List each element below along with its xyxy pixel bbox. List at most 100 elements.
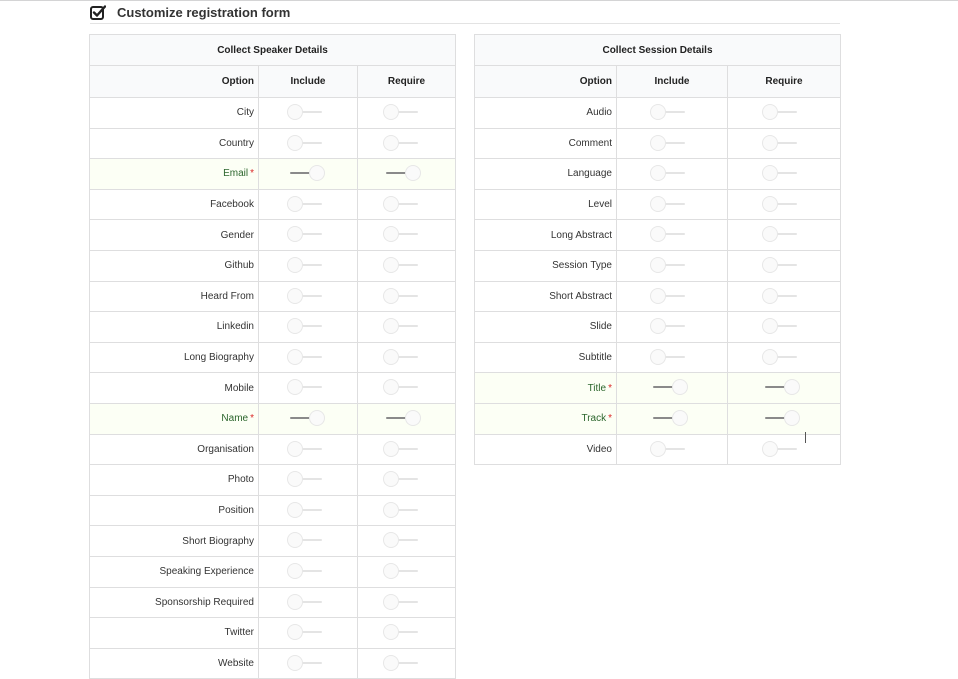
toggle-knob xyxy=(673,380,687,395)
include-toggle[interactable] xyxy=(288,196,324,213)
require-toggle[interactable] xyxy=(763,410,799,427)
include-cell xyxy=(616,188,728,221)
include-toggle[interactable] xyxy=(651,349,687,366)
table-row: Name * xyxy=(89,402,456,435)
include-toggle[interactable] xyxy=(288,288,324,305)
include-cell xyxy=(258,97,358,129)
include-toggle[interactable] xyxy=(651,196,687,213)
require-toggle[interactable] xyxy=(384,288,420,305)
table-row: Audio xyxy=(474,97,841,129)
table-row: Linkedin xyxy=(89,311,456,343)
require-toggle[interactable] xyxy=(384,655,420,672)
require-toggle[interactable] xyxy=(763,349,799,366)
require-toggle[interactable] xyxy=(763,441,799,458)
include-cell xyxy=(258,311,358,343)
require-toggle[interactable] xyxy=(384,410,420,427)
require-toggle[interactable] xyxy=(763,196,799,213)
include-toggle[interactable] xyxy=(288,532,324,549)
require-toggle[interactable] xyxy=(384,594,420,611)
include-toggle[interactable] xyxy=(288,104,324,121)
table-row: Sponsorship Required xyxy=(89,586,456,619)
require-toggle[interactable] xyxy=(384,135,420,152)
include-toggle[interactable] xyxy=(288,441,324,458)
table-row: Email * xyxy=(89,158,456,190)
option-label: Heard From xyxy=(200,290,254,302)
toggle-knob xyxy=(288,288,302,303)
require-toggle[interactable] xyxy=(384,441,420,458)
include-toggle[interactable] xyxy=(651,410,687,427)
include-toggle[interactable] xyxy=(288,165,324,182)
required-marker: * xyxy=(250,413,254,425)
require-toggle[interactable] xyxy=(384,257,420,274)
option-cell: Title * xyxy=(474,372,617,404)
require-toggle[interactable] xyxy=(763,135,799,152)
toggle-knob xyxy=(384,288,398,303)
require-toggle[interactable] xyxy=(763,257,799,274)
require-toggle[interactable] xyxy=(384,532,420,549)
table-row: Level xyxy=(474,188,841,221)
table-caption: Collect Session Details xyxy=(474,34,841,66)
require-toggle[interactable] xyxy=(763,379,799,396)
include-toggle[interactable] xyxy=(651,104,687,121)
include-cell xyxy=(258,494,358,527)
toggle-knob xyxy=(651,319,665,334)
include-toggle[interactable] xyxy=(651,226,687,243)
include-toggle[interactable] xyxy=(288,226,324,243)
include-cell xyxy=(258,586,358,619)
option-cell: Video xyxy=(474,433,617,466)
include-toggle[interactable] xyxy=(651,257,687,274)
require-toggle[interactable] xyxy=(763,165,799,182)
include-toggle[interactable] xyxy=(288,318,324,335)
require-toggle[interactable] xyxy=(384,318,420,335)
include-toggle[interactable] xyxy=(651,318,687,335)
include-toggle[interactable] xyxy=(288,257,324,274)
toggle-knob xyxy=(288,472,302,487)
require-toggle[interactable] xyxy=(763,318,799,335)
toggle-knob xyxy=(288,502,302,517)
include-toggle[interactable] xyxy=(288,379,324,396)
require-toggle[interactable] xyxy=(763,226,799,243)
require-toggle[interactable] xyxy=(384,379,420,396)
require-cell xyxy=(727,188,841,221)
include-toggle[interactable] xyxy=(651,135,687,152)
require-toggle[interactable] xyxy=(384,104,420,121)
include-toggle[interactable] xyxy=(651,165,687,182)
require-toggle[interactable] xyxy=(384,624,420,641)
require-toggle[interactable] xyxy=(384,226,420,243)
include-toggle[interactable] xyxy=(288,349,324,366)
require-toggle[interactable] xyxy=(384,502,420,519)
option-cell: Short Biography xyxy=(89,525,259,557)
toggle-knob xyxy=(288,625,302,640)
table-row: City xyxy=(89,97,456,129)
include-toggle[interactable] xyxy=(288,563,324,580)
require-toggle[interactable] xyxy=(384,165,420,182)
require-toggle[interactable] xyxy=(384,471,420,488)
option-cell: Heard From xyxy=(89,280,259,313)
option-label: Audio xyxy=(586,107,612,119)
speaker-details-table: Collect Speaker Details Option Include R… xyxy=(89,34,456,679)
table-row: Long Abstract xyxy=(474,219,841,251)
include-cell xyxy=(258,647,358,679)
include-toggle[interactable] xyxy=(288,410,324,427)
include-toggle[interactable] xyxy=(288,135,324,152)
include-toggle[interactable] xyxy=(288,655,324,672)
include-toggle[interactable] xyxy=(288,594,324,611)
toggle-knob xyxy=(651,105,665,119)
include-toggle[interactable] xyxy=(288,471,324,488)
toggle-knob xyxy=(288,563,302,578)
require-toggle[interactable] xyxy=(763,288,799,305)
require-toggle[interactable] xyxy=(763,104,799,121)
require-toggle[interactable] xyxy=(384,563,420,580)
checked-checkbox-icon[interactable] xyxy=(90,5,106,21)
include-toggle[interactable] xyxy=(288,624,324,641)
include-toggle[interactable] xyxy=(651,288,687,305)
include-toggle[interactable] xyxy=(651,379,687,396)
table-row: Twitter xyxy=(89,617,456,649)
option-cell: Sponsorship Required xyxy=(89,586,259,619)
include-toggle[interactable] xyxy=(288,502,324,519)
option-label: Short Abstract xyxy=(549,290,612,302)
require-toggle[interactable] xyxy=(384,196,420,213)
require-cell xyxy=(357,341,456,374)
include-toggle[interactable] xyxy=(651,441,687,458)
require-toggle[interactable] xyxy=(384,349,420,366)
